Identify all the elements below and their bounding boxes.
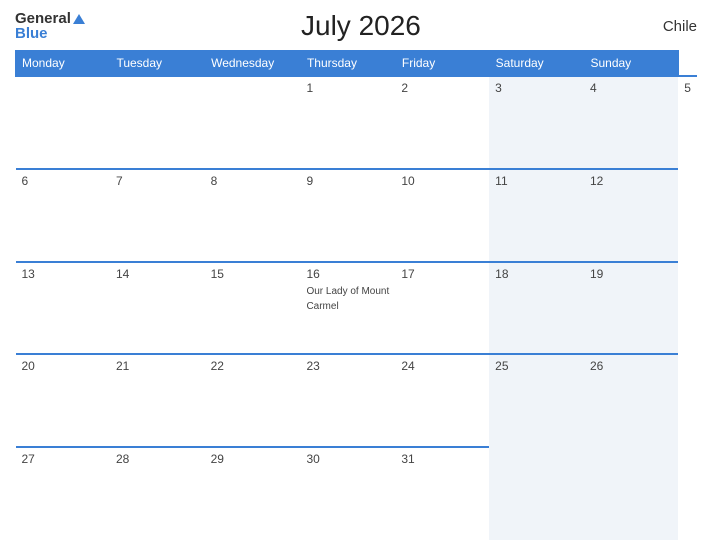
day-cell: 11 bbox=[489, 169, 584, 262]
col-header-saturday: Saturday bbox=[489, 51, 584, 77]
month-title: July 2026 bbox=[85, 10, 637, 42]
day-cell: 27 bbox=[16, 447, 110, 540]
day-cell: 28 bbox=[110, 447, 205, 540]
logo-general-text: General bbox=[15, 11, 71, 26]
day-cell: 12 bbox=[584, 169, 678, 262]
day-cell: 17 bbox=[395, 262, 489, 355]
day-number: 25 bbox=[495, 359, 578, 373]
day-cell: 29 bbox=[205, 447, 301, 540]
day-number: 2 bbox=[401, 81, 483, 95]
day-cell: 26 bbox=[584, 354, 678, 447]
col-header-wednesday: Wednesday bbox=[205, 51, 301, 77]
day-cell: 30 bbox=[300, 447, 395, 540]
day-number: 18 bbox=[495, 267, 578, 281]
day-number: 1 bbox=[306, 81, 389, 95]
col-header-friday: Friday bbox=[395, 51, 489, 77]
day-cell: 13 bbox=[16, 262, 110, 355]
col-header-thursday: Thursday bbox=[300, 51, 395, 77]
logo: General Blue bbox=[15, 11, 85, 41]
day-cell bbox=[489, 447, 584, 540]
day-cell: 10 bbox=[395, 169, 489, 262]
day-number: 16 bbox=[306, 267, 389, 281]
day-number: 7 bbox=[116, 174, 199, 188]
day-cell: 7 bbox=[110, 169, 205, 262]
day-cell: 16 Our Lady of Mount Carmel bbox=[300, 262, 395, 355]
day-cell: 19 bbox=[584, 262, 678, 355]
day-cell: 24 bbox=[395, 354, 489, 447]
day-number: 14 bbox=[116, 267, 199, 281]
day-number: 9 bbox=[306, 174, 389, 188]
day-number: 31 bbox=[401, 452, 483, 466]
day-number: 24 bbox=[401, 359, 483, 373]
logo-blue-text: Blue bbox=[15, 26, 48, 41]
day-number: 28 bbox=[116, 452, 199, 466]
day-cell bbox=[16, 76, 110, 169]
day-cell: 20 bbox=[16, 354, 110, 447]
day-number: 4 bbox=[590, 81, 672, 95]
calendar-header: General Blue July 2026 Chile bbox=[15, 10, 697, 42]
day-number: 15 bbox=[211, 267, 295, 281]
day-cell: 5 bbox=[678, 76, 697, 169]
day-cell: 2 bbox=[395, 76, 489, 169]
day-number: 12 bbox=[590, 174, 672, 188]
day-cell: 15 bbox=[205, 262, 301, 355]
day-cell bbox=[584, 447, 678, 540]
day-number: 5 bbox=[684, 81, 691, 95]
day-cell: 1 bbox=[300, 76, 395, 169]
day-number: 8 bbox=[211, 174, 295, 188]
week-row-1: 12345 bbox=[16, 76, 698, 169]
day-cell: 21 bbox=[110, 354, 205, 447]
logo-triangle-icon bbox=[73, 14, 85, 24]
day-cell: 4 bbox=[584, 76, 678, 169]
day-cell: 22 bbox=[205, 354, 301, 447]
day-number: 26 bbox=[590, 359, 672, 373]
day-number: 19 bbox=[590, 267, 672, 281]
day-number: 21 bbox=[116, 359, 199, 373]
day-number: 11 bbox=[495, 174, 578, 188]
day-number: 20 bbox=[22, 359, 104, 373]
week-row-3: 13 14 15 16 Our Lady of Mount Carmel 17 18 19 bbox=[16, 262, 698, 355]
day-cell bbox=[205, 76, 301, 169]
event-label: Our Lady of Mount Carmel bbox=[306, 286, 389, 312]
day-number: 3 bbox=[495, 81, 578, 95]
week-row-5: 27 28 29 30 31 bbox=[16, 447, 698, 540]
day-cell: 25 bbox=[489, 354, 584, 447]
day-number: 10 bbox=[401, 174, 483, 188]
week-row-4: 20 21 22 23 24 25 26 bbox=[16, 354, 698, 447]
day-cell: 14 bbox=[110, 262, 205, 355]
day-cell: 18 bbox=[489, 262, 584, 355]
day-number: 17 bbox=[401, 267, 483, 281]
day-cell: 6 bbox=[16, 169, 110, 262]
col-header-sunday: Sunday bbox=[584, 51, 678, 77]
day-number: 22 bbox=[211, 359, 295, 373]
day-cell: 9 bbox=[300, 169, 395, 262]
day-number: 23 bbox=[306, 359, 389, 373]
calendar-table: MondayTuesdayWednesdayThursdayFridaySatu… bbox=[15, 50, 697, 540]
day-cell bbox=[110, 76, 205, 169]
col-header-monday: Monday bbox=[16, 51, 110, 77]
day-number: 29 bbox=[211, 452, 295, 466]
day-cell: 8 bbox=[205, 169, 301, 262]
day-cell: 23 bbox=[300, 354, 395, 447]
day-cell: 3 bbox=[489, 76, 584, 169]
day-number: 6 bbox=[22, 174, 104, 188]
calendar-header-row: MondayTuesdayWednesdayThursdayFridaySatu… bbox=[16, 51, 698, 77]
week-row-2: 6789 10 11 12 bbox=[16, 169, 698, 262]
day-number: 30 bbox=[306, 452, 389, 466]
col-header-tuesday: Tuesday bbox=[110, 51, 205, 77]
day-cell: 31 bbox=[395, 447, 489, 540]
day-number: 13 bbox=[22, 267, 104, 281]
day-number: 27 bbox=[22, 452, 104, 466]
country-label: Chile bbox=[637, 18, 697, 35]
